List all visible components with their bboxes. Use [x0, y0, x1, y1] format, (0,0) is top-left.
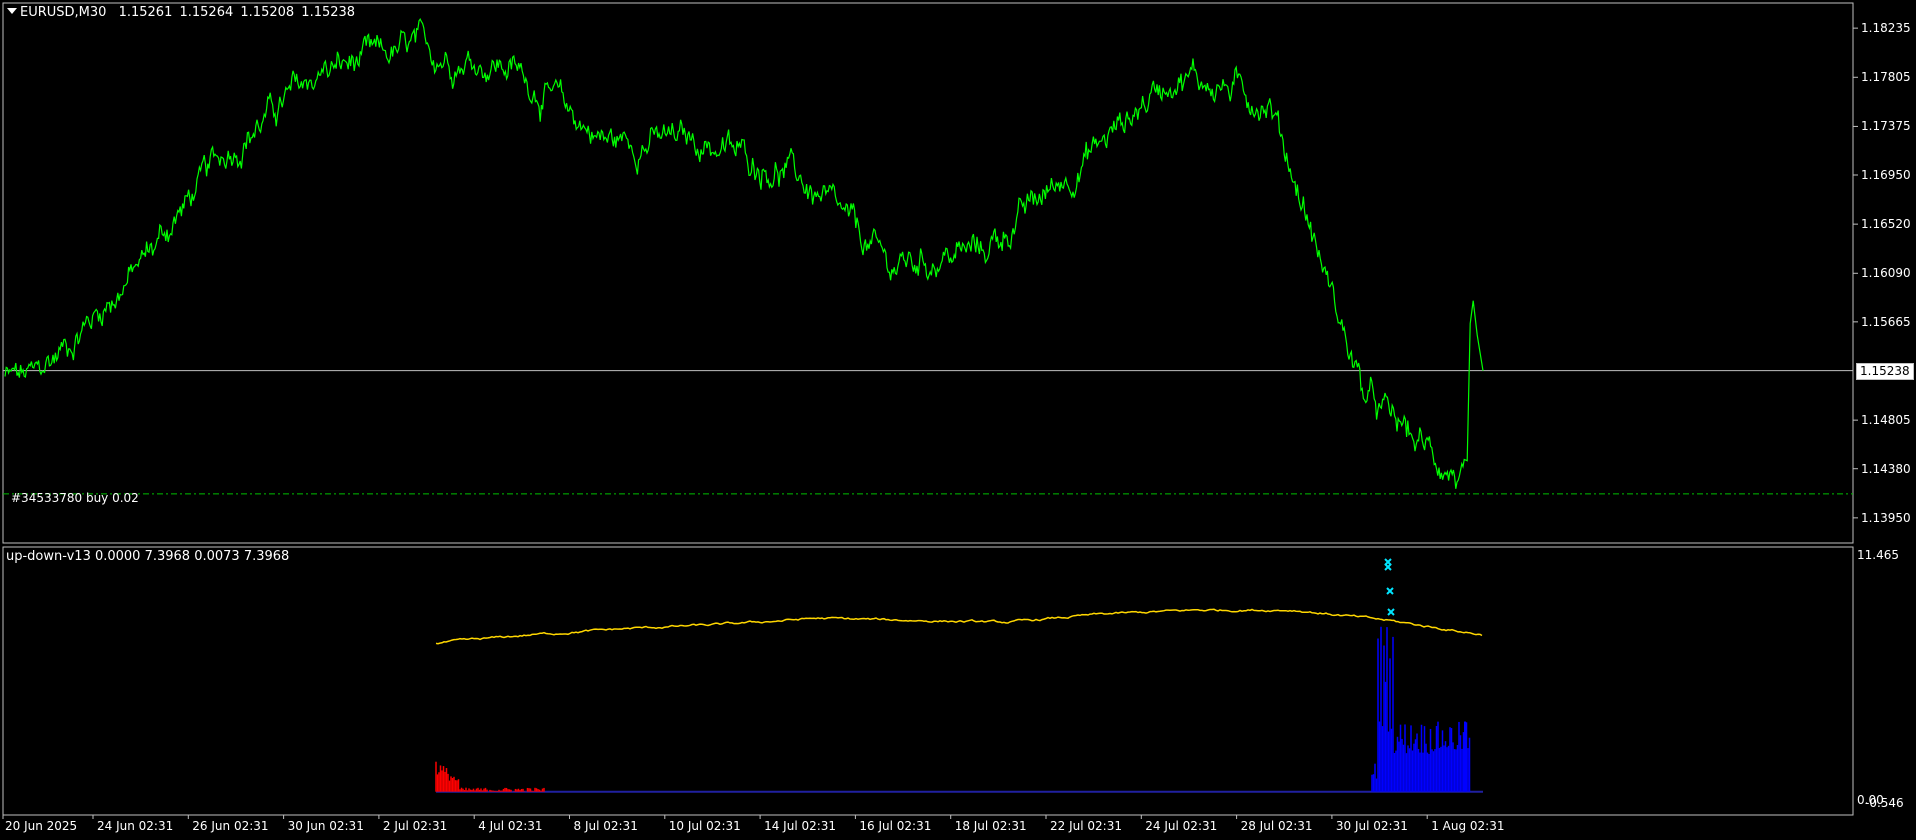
indicator-tick-label: 11.465 [1857, 548, 1899, 562]
time-tick-label: 30 Jul 02:31 [1335, 819, 1408, 833]
time-tick-label: 8 Jul 02:31 [573, 819, 638, 833]
price-tick-label: 1.16520 [1861, 217, 1911, 232]
time-tick-label: 18 Jul 02:31 [954, 819, 1027, 833]
price-series-line [4, 18, 1484, 489]
symbol-label: EURUSD,M30 [20, 5, 107, 20]
ohlc-high: 1.15264 [179, 5, 234, 20]
time-tick-label: 26 Jun 02:31 [192, 819, 269, 833]
time-tick-label: 24 Jul 02:31 [1145, 819, 1218, 833]
indicator-yellow-line [435, 608, 1483, 645]
price-tick-label: 1.15665 [1861, 314, 1911, 329]
price-tick-label: 1.14805 [1861, 413, 1911, 428]
ohlc-close: 1.15238 [301, 5, 356, 20]
price-tick-label: 1.17375 [1861, 119, 1911, 134]
time-tick-label: 1 Aug 02:31 [1431, 819, 1505, 833]
time-tick-label: 30 Jun 02:31 [287, 819, 364, 833]
time-tick-label: 28 Jul 02:31 [1240, 819, 1313, 833]
price-tick-label: 1.14380 [1861, 461, 1911, 476]
signal-marker-x [1386, 587, 1394, 595]
time-tick-label: 16 Jul 02:31 [859, 819, 932, 833]
price-tick-label: 1.18235 [1861, 21, 1911, 36]
ohlc-low: 1.15208 [240, 5, 295, 20]
time-tick-label: 14 Jul 02:31 [764, 819, 837, 833]
signal-marker-x [1384, 563, 1392, 571]
chart-menu-triangle-icon[interactable] [7, 8, 17, 14]
chart-canvas[interactable] [0, 0, 1916, 840]
time-tick-label: 10 Jul 02:31 [668, 819, 741, 833]
time-tick-label: 20 Jun 2025 [5, 819, 78, 833]
indicator-tick-label: -0.546 [1865, 796, 1904, 810]
price-tick-label: 1.17805 [1861, 70, 1911, 85]
ohlc-open: 1.15261 [118, 5, 173, 20]
time-tick-label: 2 Jul 02:31 [382, 819, 448, 833]
price-tick-label: 1.16950 [1861, 168, 1911, 182]
chart-symbol-header: EURUSD,M30 1.15261 1.15264 1.15208 1.152… [20, 5, 355, 20]
main-pane-border [2, 2, 1854, 544]
time-tick-label: 4 Jul 02:31 [478, 819, 543, 833]
price-tick-label: 1.16090 [1861, 266, 1911, 281]
price-tick-label: 1.13950 [1861, 510, 1911, 525]
time-tick-label: 22 Jul 02:31 [1050, 819, 1122, 833]
indicator-label: up-down-v13 0.0000 7.3968 0.0073 7.3968 [6, 549, 290, 564]
metatrader-chart-window: EURUSD,M30 1.15261 1.15264 1.15208 1.152… [0, 0, 1916, 840]
order-line-label[interactable]: #34533780 buy 0.02 [11, 491, 139, 506]
current-price-tag: 1.15238 [1856, 362, 1914, 380]
signal-marker-x [1387, 608, 1395, 616]
time-tick-label: 24 Jun 02:31 [97, 819, 174, 833]
indicator-pane-border [2, 546, 1854, 816]
